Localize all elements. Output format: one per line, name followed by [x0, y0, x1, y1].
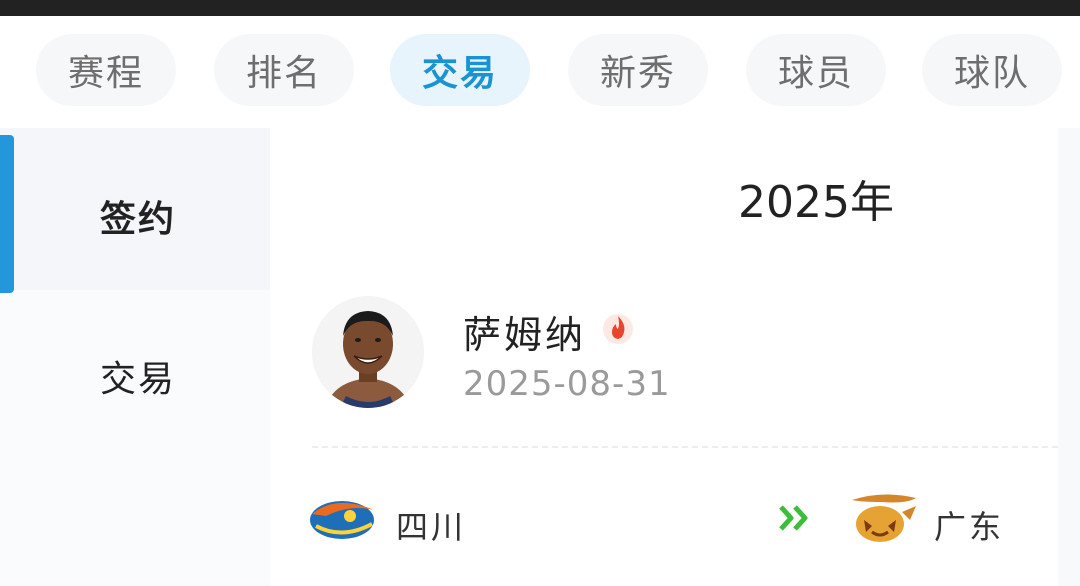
tab-schedule[interactable]: 赛程 [36, 34, 176, 106]
status-bar [0, 0, 1080, 16]
to-team-name[interactable]: 广东 [934, 502, 1004, 548]
from-team-name[interactable]: 四川 [396, 502, 466, 548]
guangdong-team-logo [846, 490, 920, 544]
right-edge [1058, 128, 1080, 586]
tab-standings[interactable]: 排名 [214, 34, 354, 106]
player-name[interactable]: 萨姆纳 [463, 304, 586, 359]
tab-trades[interactable]: 交易 [390, 34, 530, 106]
double-chevron-right-icon [778, 504, 812, 532]
sidebar-item-trades[interactable]: 交易 [0, 350, 270, 402]
sichuan-team-logo [306, 490, 380, 544]
trade-date: 2025-08-31 [463, 364, 671, 404]
fire-icon [602, 310, 634, 346]
sidebar-lower-panel [0, 290, 270, 586]
transaction-list: 2025年 萨姆纳 2025-08-31 四川 广东 [270, 128, 1058, 586]
tab-rookies[interactable]: 新秀 [568, 34, 708, 106]
category-sidebar: 签约 交易 [0, 128, 270, 586]
tab-players[interactable]: 球员 [746, 34, 886, 106]
top-tab-bar: 赛程 排名 交易 新秀 球员 球队 [0, 16, 1080, 128]
year-header: 2025年 [738, 177, 894, 228]
sidebar-active-indicator [0, 135, 14, 293]
player-avatar[interactable] [312, 296, 424, 408]
sidebar-item-signings[interactable]: 签约 [0, 190, 270, 242]
divider [312, 446, 1058, 448]
tab-teams[interactable]: 球队 [922, 34, 1062, 106]
